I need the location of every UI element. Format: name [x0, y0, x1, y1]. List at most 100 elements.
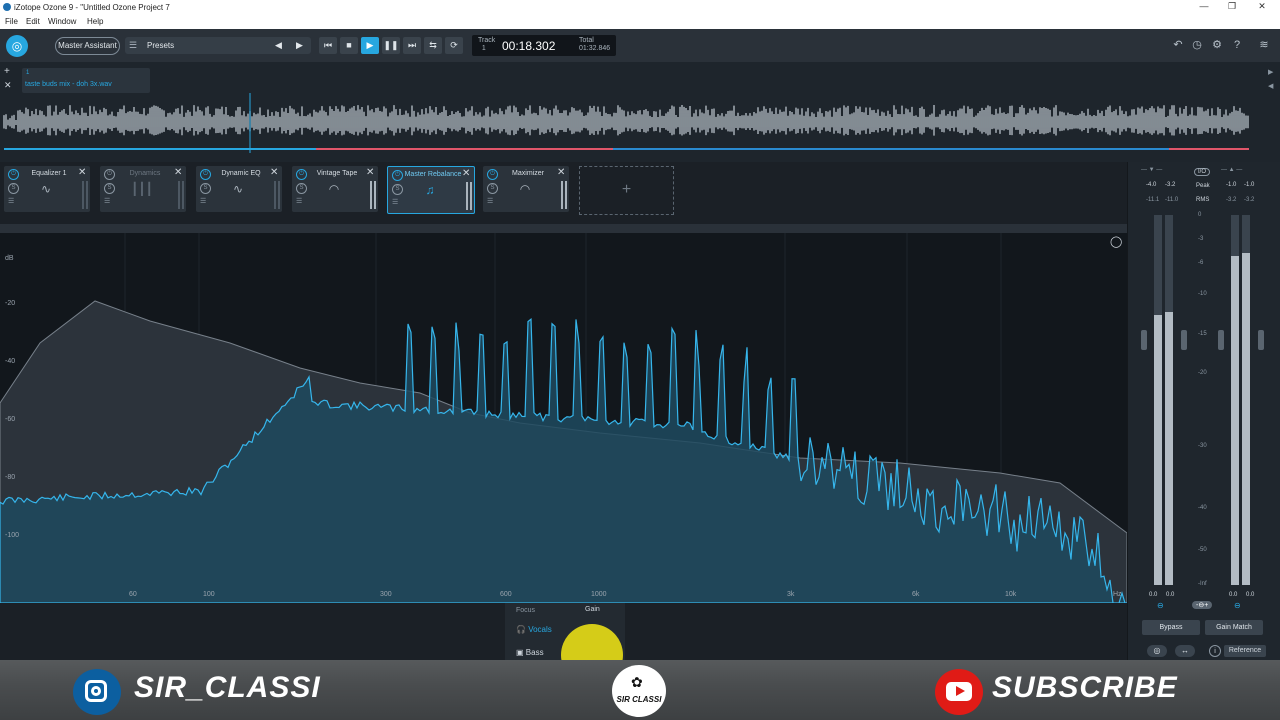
io-button[interactable]: I/O	[1194, 168, 1211, 176]
menu-window[interactable]: Window	[48, 17, 76, 26]
stop-icon[interactable]: ■	[340, 37, 358, 54]
instagram-handle: SIR_CLASSI	[134, 671, 321, 704]
meter-mode-icon[interactable]: — ▼ —	[1141, 167, 1162, 173]
timeline-ruler[interactable]	[0, 148, 1280, 162]
track-filename: taste buds mix - doh 3x.wav	[25, 81, 112, 88]
module-menu-icon[interactable]: ☰	[392, 198, 398, 206]
reference-button[interactable]: Reference	[1224, 645, 1266, 657]
input-gain-slider-r[interactable]	[1181, 330, 1187, 350]
vocals-row[interactable]: 🎧 Vocals	[516, 625, 552, 634]
solo-icon[interactable]: S	[392, 184, 403, 195]
meter-scale-label: -6	[1198, 260, 1204, 266]
preset-next-icon[interactable]: ▶	[296, 40, 303, 51]
module-close-icon[interactable]: ✕	[78, 167, 86, 178]
output-gain-slider-r[interactable]	[1258, 330, 1264, 350]
module-name: Maximizer	[512, 170, 544, 177]
track-tab[interactable]: 1 taste buds mix - doh 3x.wav	[22, 68, 150, 93]
input-meter-right-level	[1165, 312, 1173, 585]
in-peak-l: -4.0	[1146, 182, 1157, 188]
module-dynamics[interactable]: ⏻ S ☰ Dynamics ✕ ┃┃┃	[100, 166, 186, 212]
meter-mode-out-icon[interactable]: — ▲ —	[1221, 167, 1242, 173]
module-maximizer[interactable]: ⏻ S ☰ Maximizer ✕ ◠	[483, 166, 569, 212]
solo-icon[interactable]: S	[200, 183, 211, 194]
module-menu-icon[interactable]: ☰	[8, 197, 14, 205]
module-close-icon[interactable]: ✕	[174, 167, 182, 178]
time-display: Track 1 00:18.302 Total 01:32.846	[472, 35, 616, 56]
rms-label: RMS	[1196, 197, 1210, 203]
link-io-icon[interactable]: -⊖+	[1192, 601, 1213, 609]
rewind-icon[interactable]: ⏮	[319, 37, 337, 54]
undo-icon[interactable]: ↶	[1170, 37, 1186, 54]
x-tick-label: 600	[500, 591, 512, 598]
module-close-icon[interactable]: ✕	[462, 168, 470, 179]
module-menu-icon[interactable]: ☰	[200, 197, 206, 205]
scroll-left-icon[interactable]: ◀	[1268, 82, 1273, 90]
module-meters	[274, 181, 280, 209]
spectrum-settings-icon[interactable]: ◯	[1110, 235, 1122, 248]
bypass-button[interactable]: Bypass	[1142, 620, 1200, 635]
module-dynamic-eq[interactable]: ⏻ S ☰ Dynamic EQ ✕ ∿	[196, 166, 282, 212]
menu-help[interactable]: Help	[87, 17, 103, 26]
swap-icon[interactable]: ↔	[1175, 645, 1195, 657]
menu-bar: File Edit Window Help	[0, 16, 1280, 29]
in-level-r: 0.0	[1166, 592, 1175, 598]
solo-icon[interactable]: S	[487, 183, 498, 194]
preset-previous-icon[interactable]: ◀	[275, 40, 282, 51]
history-icon[interactable]: ◷	[1189, 37, 1205, 54]
loop-icon[interactable]: ⟳	[445, 37, 463, 54]
minimize-icon[interactable]: —	[1190, 1, 1218, 14]
ozone-logo-icon[interactable]: ◎	[6, 35, 28, 57]
x-tick-label: 1000	[591, 591, 607, 598]
mono-icon[interactable]: ◎	[1147, 645, 1167, 657]
link-out-icon[interactable]: ⊖	[1234, 601, 1241, 610]
maximize-icon[interactable]: ❐	[1218, 1, 1246, 14]
menu-file[interactable]: File	[5, 17, 18, 26]
info-icon[interactable]: i	[1209, 645, 1221, 657]
y-tick-label: -80	[5, 474, 16, 481]
headphones-icon: 🎧	[516, 625, 526, 634]
scroll-right-icon[interactable]: ▶	[1268, 68, 1273, 76]
output-gain-slider[interactable]	[1218, 330, 1224, 350]
module-master-rebalance[interactable]: ⏻ S ☰ Master Rebalance ✕ ♫	[387, 166, 475, 214]
module-close-icon[interactable]: ✕	[557, 167, 565, 178]
bass-row[interactable]: ▣ Bass	[516, 648, 544, 657]
module-menu-icon[interactable]: ☰	[487, 197, 493, 205]
settings-gear-icon[interactable]: ⚙	[1209, 37, 1225, 54]
solo-icon[interactable]: S	[8, 183, 19, 194]
remove-track-icon[interactable]: ✕	[4, 80, 12, 91]
module-equalizer[interactable]: ⏻ S ☰ Equalizer 1 ✕ ∿	[4, 166, 90, 212]
solo-icon[interactable]: S	[296, 183, 307, 194]
master-assistant-button[interactable]: Master Assistant	[55, 37, 120, 55]
module-menu-icon[interactable]: ☰	[104, 197, 110, 205]
presets-label: Presets	[147, 41, 175, 50]
module-meters	[466, 182, 472, 210]
play-icon[interactable]: ▶	[361, 37, 379, 54]
dynamics-bars-icon: ┃┃┃	[131, 182, 153, 196]
fast-forward-icon[interactable]: ⏭	[403, 37, 421, 54]
module-name: Master Rebalance	[404, 171, 462, 178]
input-gain-slider[interactable]	[1141, 330, 1147, 350]
module-vintage-tape[interactable]: ⏻ S ☰ Vintage Tape ✕ ◠	[292, 166, 378, 212]
module-menu-icon[interactable]: ☰	[296, 197, 302, 205]
out-rms-r: -3.2	[1244, 197, 1255, 203]
add-module-button[interactable]: +	[579, 166, 674, 215]
module-close-icon[interactable]: ✕	[366, 167, 374, 178]
module-close-icon[interactable]: ✕	[270, 167, 278, 178]
link-in-icon[interactable]: ⊖	[1157, 601, 1164, 610]
output-meter-right-level	[1242, 253, 1250, 585]
subscribe-text: SUBSCRIBE	[992, 671, 1178, 704]
output-meter-left-level	[1231, 256, 1239, 585]
menu-edit[interactable]: Edit	[26, 17, 40, 26]
spectrum-display[interactable]	[0, 233, 1127, 603]
add-track-icon[interactable]: +	[4, 66, 10, 77]
x-tick-label: Hz	[1113, 591, 1122, 598]
pause-icon[interactable]: ❚❚	[382, 37, 400, 54]
solo-icon[interactable]: S	[104, 183, 115, 194]
help-icon[interactable]: ?	[1229, 37, 1245, 54]
waveform[interactable]	[0, 93, 1280, 153]
tonal-balance-icon[interactable]: ≋	[1256, 37, 1272, 54]
loop-region-icon[interactable]: ⇆	[424, 37, 442, 54]
gain-match-button[interactable]: Gain Match	[1205, 620, 1263, 635]
close-icon[interactable]: ✕	[1248, 1, 1276, 14]
presets-bar[interactable]: ☰ Presets ◀ ▶	[125, 37, 311, 54]
